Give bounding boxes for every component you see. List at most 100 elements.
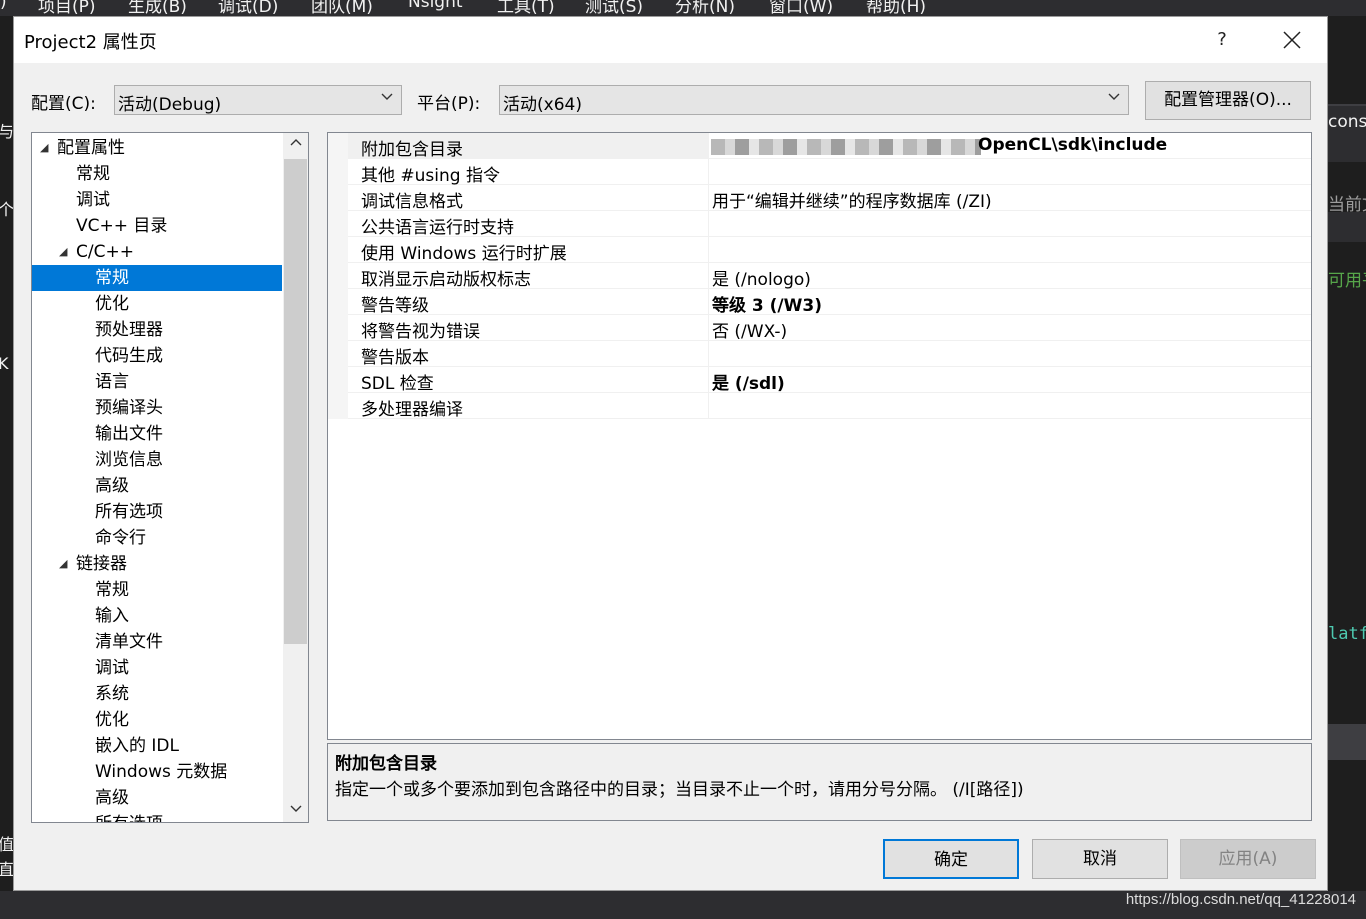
tree-item[interactable]: ◢ 配置属性 [32,135,282,161]
close-button[interactable] [1270,23,1314,57]
row-gutter [328,237,348,263]
property-value[interactable]: 用于“编辑并继续”的程序数据库 (/ZI) [712,187,992,212]
scroll-down-icon[interactable] [283,798,308,822]
tree-item[interactable]: VC++ 目录 [32,213,282,239]
property-row[interactable]: 使用 Windows 运行时扩展 [328,237,1311,264]
property-name: 多处理器编译 [361,400,463,420]
tree-scrollbar[interactable] [283,133,308,822]
tree-item[interactable]: 清单文件 [32,629,282,655]
property-row[interactable]: 警告等级 等级 3 (/W3) [328,289,1311,316]
tree-item[interactable]: ◢ 链接器 [32,551,282,577]
tree-item[interactable]: 输出文件 [32,421,282,447]
column-divider [708,393,709,419]
property-name: 公共语言运行时支持 [361,218,514,238]
property-row[interactable]: SDL 检查 是 (/sdl) [328,367,1311,394]
property-row[interactable]: 取消显示启动版权标志 是 (/nologo) [328,263,1311,290]
tree-item[interactable]: 所有选项 [32,811,282,822]
scroll-up-icon[interactable] [283,133,308,157]
menu-item[interactable]: 工具(T) [497,0,555,16]
property-name: 取消显示启动版权标志 [361,270,531,290]
column-divider [708,315,709,341]
config-manager-button[interactable]: 配置管理器(O)... [1145,81,1311,120]
tree-item-label: 调试 [76,190,110,210]
apply-button[interactable]: 应用(A) [1180,839,1316,879]
platform-select[interactable]: 活动(x64) [499,85,1129,115]
menu-item[interactable]: 生成(B) [128,0,187,16]
tree-item[interactable]: 常规 [32,265,282,291]
tree-item[interactable]: 预编译头 [32,395,282,421]
expand-arrow-icon[interactable]: ◢ [40,135,48,161]
property-value[interactable]: 否 (/WX-) [712,317,787,342]
property-value[interactable]: 是 (/nologo) [712,265,811,290]
ok-button[interactable]: 确定 [883,839,1019,879]
property-value[interactable]: OpenCL\sdk\include [978,135,1167,155]
tree-item-label: 系统 [95,684,129,704]
row-gutter [328,393,348,419]
config-select-value: 活动(Debug) [118,95,222,115]
property-name: 警告版本 [361,348,429,368]
menu-item[interactable]: Nsight [408,0,463,12]
tree-item[interactable]: 优化 [32,291,282,317]
row-gutter [328,211,348,237]
property-row[interactable]: 调试信息格式 用于“编辑并继续”的程序数据库 (/ZI) [328,185,1311,212]
tree-item-label: 命令行 [95,528,146,548]
property-name: 其他 #using 指令 [361,166,500,186]
platform-select-value: 活动(x64) [503,95,582,115]
tree-item[interactable]: 所有选项 [32,499,282,525]
expand-arrow-icon[interactable]: ◢ [59,551,67,577]
property-name: 警告等级 [361,296,429,316]
property-row[interactable]: 附加包含目录 OpenCL\sdk\include [328,133,1311,160]
property-row[interactable]: 多处理器编译 [328,393,1311,420]
tree-item[interactable]: 嵌入的 IDL [32,733,282,759]
ide-left-panel: 与 个 K 值 直 [0,16,14,919]
tree-item[interactable]: 调试 [32,655,282,681]
menu-item[interactable]: 帮助(H) [866,0,926,16]
tree-item[interactable]: 语言 [32,369,282,395]
property-row[interactable]: 公共语言运行时支持 [328,211,1311,238]
menu-item[interactable]: 分析(N) [675,0,735,16]
tree-item-label: 配置属性 [57,138,125,158]
tree-item-label: Windows 元数据 [95,762,228,782]
tree-item[interactable]: 高级 [32,473,282,499]
tree-item[interactable]: ◢ C/C++ [32,239,282,265]
tree-item[interactable]: 系统 [32,681,282,707]
menu-item[interactable]: 窗口(W) [769,0,833,16]
property-grid[interactable]: 附加包含目录 OpenCL\sdk\include 其他 #using 指令 调试信息… [327,132,1312,740]
property-tree[interactable]: ◢ 配置属性 常规 调试 VC++ 目录 ◢ C/C++ 常规 优化 预处理器 代码生成 语言 预编译头… [31,132,309,823]
tree-item-label: 输出文件 [95,424,163,444]
tree-item-label: 预编译头 [95,398,163,418]
expand-arrow-icon[interactable]: ◢ [59,239,67,265]
tree-item[interactable]: 命令行 [32,525,282,551]
menu-item[interactable]: 测试(S) [585,0,643,16]
tree-item[interactable]: 优化 [32,707,282,733]
property-value[interactable]: 等级 3 (/W3) [712,291,822,316]
tree-item[interactable]: 常规 [32,577,282,603]
menu-item[interactable]: 项目(P) [38,0,96,16]
ide-right-fragment: 当前文 [1328,195,1366,215]
tree-item[interactable]: 代码生成 [32,343,282,369]
tree-item[interactable]: 调试 [32,187,282,213]
tree-item-label: 调试 [95,658,129,678]
tree-item[interactable]: 高级 [32,785,282,811]
menu-item[interactable]: 团队(M) [311,0,373,16]
scroll-thumb[interactable] [284,159,307,644]
tree-item[interactable]: 常规 [32,161,282,187]
config-select[interactable]: 活动(Debug) [114,85,402,115]
help-button[interactable]: ? [1200,23,1244,57]
property-row[interactable]: 警告版本 [328,341,1311,368]
ide-right-fragment: 可用平 [1328,271,1366,291]
cancel-button[interactable]: 取消 [1032,839,1168,879]
property-row[interactable]: 将警告视为错误 否 (/WX-) [328,315,1311,342]
menu-item[interactable]: 调试(D) [218,0,278,16]
row-gutter [328,159,348,185]
tree-item[interactable]: 浏览信息 [32,447,282,473]
property-row[interactable]: 其他 #using 指令 [328,159,1311,186]
tree-item-label: 常规 [95,268,129,288]
row-gutter [328,315,348,341]
property-pages-dialog: Project2 属性页 ? 配置(C): 活动(Debug) 平台(P): 活… [13,16,1328,891]
tree-item[interactable]: 预处理器 [32,317,282,343]
property-value[interactable]: 是 (/sdl) [712,369,785,394]
tree-item[interactable]: Windows 元数据 [32,759,282,785]
tree-item-label: 代码生成 [95,346,163,366]
tree-item[interactable]: 输入 [32,603,282,629]
